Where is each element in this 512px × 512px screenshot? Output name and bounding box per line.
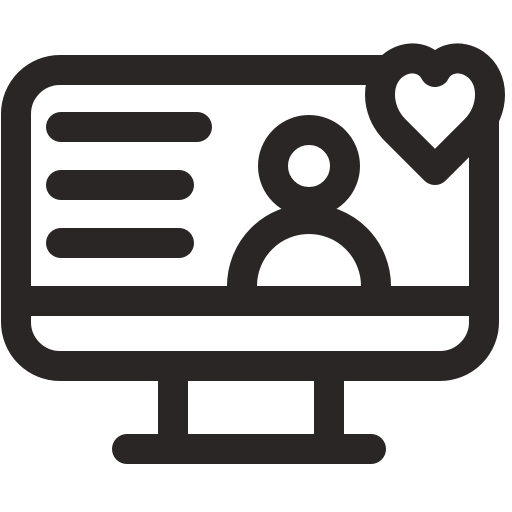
avatar-head [258,115,360,217]
text-line-1 [46,112,212,142]
screen-divider [16,286,484,316]
text-line-3 [46,228,194,258]
text-line-2 [46,170,194,200]
avatar-shoulders [227,204,391,287]
icon-canvas [0,0,512,512]
text-lines [46,112,212,258]
computer-monitor-profile-heart-icon [1,43,505,464]
monitor-base [112,434,386,464]
